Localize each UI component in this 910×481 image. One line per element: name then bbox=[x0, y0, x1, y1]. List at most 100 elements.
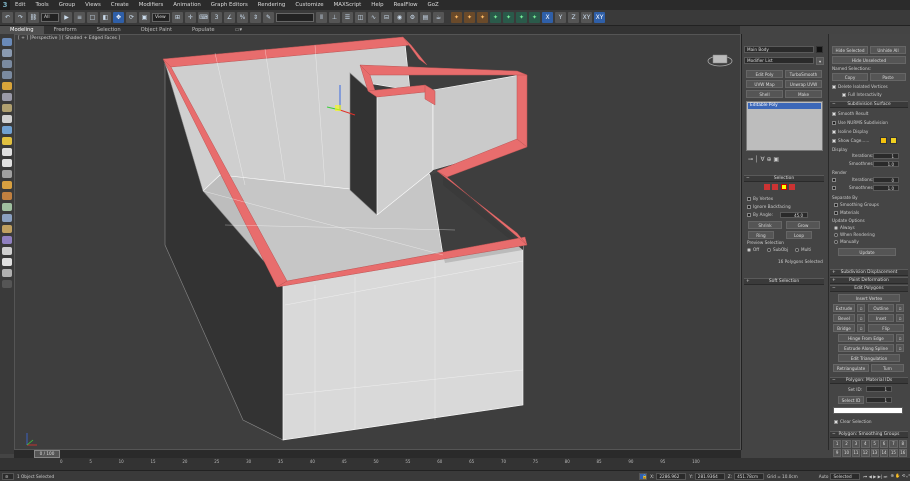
realflow-object-icon[interactable]: ✦ bbox=[477, 12, 488, 23]
stack-item-editable-poly[interactable]: Editable Poly bbox=[748, 103, 821, 109]
perspective-viewport[interactable]: [ + ] [Perspective ] [ Shaded + Edged Fa… bbox=[14, 34, 741, 450]
rollout-subdivision-surface[interactable]: − Subdivision Surface bbox=[830, 101, 908, 108]
smoothing-group-button[interactable]: 1 bbox=[833, 440, 842, 448]
make-button[interactable]: Make bbox=[785, 90, 822, 98]
update-button[interactable]: Update bbox=[838, 248, 896, 256]
redo-icon[interactable]: ↷ bbox=[15, 12, 26, 23]
menu-realflow[interactable]: RealFlow bbox=[389, 2, 423, 8]
y-coord-field[interactable]: 281.9364 bbox=[694, 472, 725, 480]
link-icon[interactable]: ⛓ bbox=[28, 12, 39, 23]
cage-color-swatch-1[interactable] bbox=[880, 137, 887, 144]
realflow-export-icon[interactable]: ✦ bbox=[503, 12, 514, 23]
sphere-icon[interactable] bbox=[2, 115, 12, 123]
axis-z-button[interactable]: Z bbox=[568, 12, 579, 23]
extrude-along-spline-button[interactable]: Extrude Along Spline bbox=[838, 344, 894, 352]
retriangulate-button[interactable]: Retriangulate bbox=[833, 364, 869, 372]
list-icon[interactable] bbox=[2, 71, 12, 79]
lock-selection-icon[interactable]: 🔒 bbox=[639, 472, 647, 480]
copy-button[interactable]: Copy bbox=[832, 73, 868, 81]
hinge-from-edge-button[interactable]: Hinge From Edge bbox=[838, 334, 894, 342]
playback-controls[interactable]: ⏮ ◀ ▶ ▶| ⏭ bbox=[863, 474, 887, 479]
extrude-spline-settings-icon[interactable]: ▫ bbox=[896, 344, 904, 352]
lamp-icon[interactable] bbox=[2, 137, 12, 145]
select-manipulate-icon[interactable]: ✛ bbox=[185, 12, 196, 23]
menu-create[interactable]: Create bbox=[106, 2, 134, 8]
viewcube-icon[interactable] bbox=[707, 54, 733, 67]
menu-animation[interactable]: Animation bbox=[168, 2, 205, 8]
preview-multi-radio[interactable]: Multi bbox=[795, 247, 811, 252]
edit-poly-button[interactable]: Edit Poly bbox=[746, 70, 783, 78]
edit-named-sets-icon[interactable]: ✎ bbox=[263, 12, 274, 23]
bone-icon[interactable] bbox=[2, 192, 12, 200]
materials-checkbox[interactable]: Materials bbox=[834, 210, 859, 215]
smoothing-groups-checkbox[interactable]: Smoothing Groups bbox=[834, 202, 879, 207]
display-smoothness-spinner[interactable]: 1.0 bbox=[873, 161, 899, 167]
angle-snap-icon[interactable]: ∠ bbox=[224, 12, 235, 23]
isoline-display-checkbox[interactable]: Isoline Display bbox=[832, 129, 868, 134]
select-by-name-icon[interactable]: ≡ bbox=[74, 12, 85, 23]
axis-xy-button[interactable]: XY bbox=[581, 12, 592, 23]
bridge-button[interactable]: Bridge bbox=[833, 324, 855, 332]
container-icon[interactable] bbox=[2, 60, 12, 68]
menu-customize[interactable]: Customize bbox=[290, 2, 328, 8]
show-cage-checkbox[interactable]: Show Cage...... bbox=[832, 138, 869, 143]
smoothing-group-button[interactable]: 5 bbox=[870, 440, 879, 448]
align-icon[interactable]: ⊥ bbox=[329, 12, 340, 23]
z-coord-field[interactable]: 451.78cm bbox=[734, 472, 765, 480]
menu-group[interactable]: Group bbox=[54, 2, 80, 8]
tab-selection[interactable]: Selection bbox=[87, 26, 131, 34]
select-id-button[interactable]: Select ID bbox=[838, 396, 864, 404]
maxscript-listener-icon[interactable]: ≋ bbox=[2, 472, 14, 480]
outline-button[interactable]: Outline bbox=[868, 304, 894, 312]
light-icon[interactable] bbox=[2, 82, 12, 90]
filter-icon[interactable] bbox=[2, 269, 12, 277]
unhide-all-button[interactable]: Unhide All bbox=[870, 46, 906, 54]
display-iterations-spinner[interactable]: 1 bbox=[873, 153, 899, 159]
layer-manager-icon[interactable]: ☰ bbox=[342, 12, 353, 23]
realflow-import-icon[interactable]: ✦ bbox=[516, 12, 527, 23]
select-id-spinner[interactable]: 1 bbox=[866, 397, 892, 403]
camera-icon[interactable] bbox=[2, 126, 12, 134]
undo-icon[interactable]: ↶ bbox=[2, 12, 13, 23]
rollout-edit-polygons[interactable]: − Edit Polygons bbox=[830, 285, 908, 292]
subobject-icons[interactable] bbox=[764, 184, 796, 191]
inset-button[interactable]: Inset bbox=[868, 314, 894, 322]
material-editor-icon[interactable]: ◉ bbox=[394, 12, 405, 23]
menu-graph-editors[interactable]: Graph Editors bbox=[206, 2, 253, 8]
modifier-stack[interactable]: Editable Poly bbox=[746, 101, 823, 151]
realflow-daemon-icon[interactable]: ✦ bbox=[464, 12, 475, 23]
smoothing-group-button[interactable]: 3 bbox=[851, 440, 861, 448]
tab-populate[interactable]: Populate bbox=[182, 26, 225, 34]
viewport-scene[interactable] bbox=[15, 35, 741, 450]
scene-explorer-icon[interactable] bbox=[2, 38, 12, 46]
smoothing-group-button[interactable]: 16 bbox=[898, 449, 907, 457]
flip-button[interactable]: Flip bbox=[868, 324, 904, 332]
hide-selected-button[interactable]: Hide Selected bbox=[832, 46, 868, 54]
render-iterations-spinner[interactable]: 0 bbox=[873, 177, 899, 183]
xref-icon[interactable] bbox=[2, 225, 12, 233]
smooth-result-checkbox[interactable]: Smooth Result bbox=[832, 111, 868, 116]
edit-triangulation-button[interactable]: Edit Triangulation bbox=[838, 354, 900, 362]
select-rotate-icon[interactable]: ⟳ bbox=[126, 12, 137, 23]
render-smoothness-checkbox[interactable] bbox=[832, 185, 838, 190]
shrink-button[interactable]: Shrink bbox=[748, 221, 782, 229]
object-name-field[interactable]: Main Body bbox=[744, 46, 814, 53]
bridge-settings-icon[interactable]: ▫ bbox=[857, 324, 865, 332]
smoothing-group-button[interactable]: 11 bbox=[851, 449, 861, 457]
axis-xy-plane-button[interactable]: XY bbox=[594, 12, 605, 23]
extrude-button[interactable]: Extrude bbox=[833, 304, 855, 312]
named-selection-set-dropdown[interactable] bbox=[276, 13, 314, 22]
app-logo-icon[interactable]: 3 bbox=[0, 0, 10, 10]
render-icon[interactable]: ☕ bbox=[433, 12, 444, 23]
axis-y-button[interactable]: Y bbox=[555, 12, 566, 23]
rollout-paint-deformation[interactable]: + Paint Deformation bbox=[830, 277, 908, 284]
select-scale-icon[interactable]: ▣ bbox=[139, 12, 150, 23]
realflow-mesh-icon[interactable]: ✦ bbox=[490, 12, 501, 23]
full-interactivity-checkbox[interactable]: Full Interactivity bbox=[842, 92, 882, 97]
cage-color-swatch-2[interactable] bbox=[890, 137, 897, 144]
ignore-backfacing-checkbox[interactable]: Ignore Backfacing bbox=[747, 204, 791, 209]
menu-help[interactable]: Help bbox=[366, 2, 388, 8]
rollout-selection[interactable]: − Selection bbox=[744, 175, 824, 182]
uvw-map-button[interactable]: UVW Map bbox=[746, 80, 783, 88]
layer-explorer-icon[interactable] bbox=[2, 49, 12, 57]
